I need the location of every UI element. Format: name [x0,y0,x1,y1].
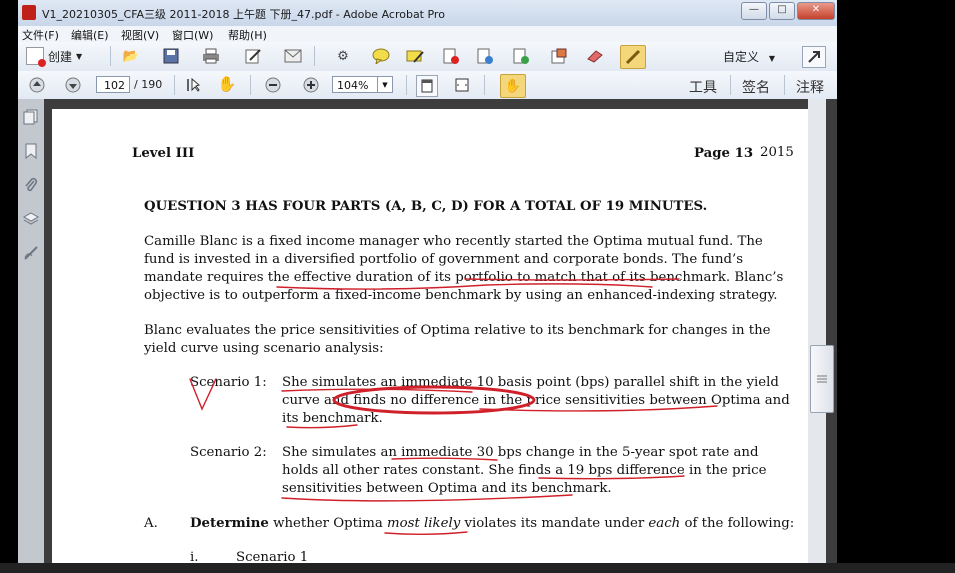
next-page-icon[interactable] [64,76,82,94]
scrollbar-thumb[interactable] [810,345,834,413]
document-view[interactable]: Level III Page 13 2015 QUESTION 3 HAS FO… [44,99,837,573]
page-number-input[interactable]: 102 [96,76,130,93]
part-a-text: violates its mandate under [460,516,649,531]
menu-help[interactable]: 帮助(H) [228,27,267,43]
paragraph-line: yield curve using scenario analysis: [144,341,384,356]
stamp-icon[interactable] [550,47,568,65]
expand-icon[interactable] [802,46,826,68]
create-icon [26,47,46,67]
zoom-level-input[interactable]: 104% [332,76,378,93]
hand-tool-icon[interactable]: ✋ [218,75,237,93]
attachment-icon[interactable] [23,177,39,193]
select-cursor-icon[interactable] [184,76,202,94]
header-year: 2015 [760,145,794,160]
open-folder-icon[interactable]: 📂 [122,47,140,65]
menu-window[interactable]: 窗口(W) [172,27,213,43]
previous-page-icon[interactable] [28,76,46,94]
customize-dropdown[interactable]: 自定义 ▼ [723,48,775,65]
close-button[interactable]: ✕ [797,2,835,20]
pdf-export-icon[interactable] [476,47,494,65]
scenario1-line: She simulates an immediate 10 basis poin… [282,375,779,390]
pdf-insert-icon[interactable] [512,47,530,65]
paragraph-line: fund is invested in a diversified portfo… [144,252,744,267]
menu-view[interactable]: 视图(V) [121,27,159,43]
vertical-scrollbar[interactable] [808,99,826,573]
video-bottom-bar [0,563,955,573]
scenario2-line: sensitivities between Optima and its ben… [282,481,612,496]
navigation-toolbar: 102 / 190 ✋ 104% ▼ ✋ 工具 签名 注释 [18,71,837,100]
fit-width-icon[interactable] [452,75,472,95]
tools-tab[interactable]: 工具 [689,77,717,97]
comment-tab[interactable]: 注释 [796,77,824,97]
paragraph-line: objective is to outperform a fixed-incom… [144,288,778,303]
scenario2-line: She simulates an immediate 30 bps change… [282,445,759,460]
signatures-icon[interactable] [23,245,39,261]
header-level: Level III [132,146,195,161]
page-thumbnails-icon[interactable] [23,109,39,125]
create-button[interactable]: 创建 ▼ [26,46,83,67]
part-a-italic: most likely [387,516,461,531]
pdf-delete-icon[interactable] [442,47,460,65]
pdf-page: Level III Page 13 2015 QUESTION 3 HAS FO… [52,109,814,573]
title-bar: V1_20210305_CFA三级 2011-2018 上午题 下册_47.pd… [18,0,837,27]
menu-file[interactable]: 文件(F) [22,27,59,43]
menu-edit[interactable]: 编辑(E) [71,27,109,43]
save-icon[interactable] [162,47,180,65]
part-a-text: whether Optima [268,516,388,531]
window-title: V1_20210305_CFA三级 2011-2018 上午题 下册_47.pd… [42,8,445,21]
bookmark-icon[interactable] [23,143,39,160]
part-a-italic: each [648,516,681,531]
scenario2-line: holds all other rates constant. She find… [282,463,767,478]
paragraph-line: mandate requires the effective duration … [144,270,784,285]
page-total: / 190 [134,78,163,91]
sign-tab[interactable]: 签名 [742,77,770,97]
zoom-out-icon[interactable] [264,76,282,94]
ink-underline [384,531,468,535]
layers-icon[interactable] [22,211,40,227]
paragraph-line: Blanc evaluates the price sensitivities … [144,323,771,338]
print-icon[interactable] [202,47,220,65]
part-a-text: of the following: [680,516,795,531]
acrobat-window: V1_20210305_CFA三级 2011-2018 上午题 下册_47.pd… [18,0,837,573]
create-label: 创建 [48,49,73,64]
scenario2-label: Scenario 2: [190,445,267,460]
chevron-down-icon: ▼ [76,51,83,61]
customize-label: 自定义 [723,50,760,64]
question-heading: QUESTION 3 HAS FOUR PARTS (A, B, C, D) F… [144,199,708,214]
gear-icon[interactable]: ⚙ [334,47,352,65]
highlight-icon[interactable] [406,47,424,65]
header-page-number: Page 13 [694,146,754,161]
read-mode-icon[interactable]: ✋ [500,74,526,98]
scenario1-label: Scenario 1: [190,375,267,390]
eraser-icon[interactable] [586,47,604,65]
paragraph-line: Camille Blanc is a fixed income manager … [144,234,763,249]
email-icon[interactable] [284,47,302,65]
minimize-button[interactable]: — [741,2,767,20]
zoom-in-icon[interactable] [302,76,320,94]
scenario1-line: its benchmark. [282,411,383,426]
edit-icon[interactable] [244,47,262,65]
pencil-icon[interactable] [620,45,646,69]
chevron-down-icon: ▼ [768,54,775,63]
part-a-question: Determine whether Optima most likely vio… [190,516,794,531]
navigation-pane [18,99,45,573]
acrobat-app-icon [22,5,36,20]
part-a-letter: A. [144,516,158,531]
zoom-dropdown-button[interactable]: ▼ [377,76,393,93]
main-toolbar: 创建 ▼ 📂 ⚙ 自定义 ▼ [18,42,837,72]
part-a-bold: Determine [190,516,269,531]
comment-icon[interactable] [372,47,390,65]
fit-page-icon[interactable] [416,75,438,97]
maximize-button[interactable]: □ [769,2,795,20]
menu-bar: 文件(F) 编辑(E) 视图(V) 窗口(W) 帮助(H) [18,26,837,42]
scenario1-line: curve and finds no difference in the pri… [282,393,790,408]
